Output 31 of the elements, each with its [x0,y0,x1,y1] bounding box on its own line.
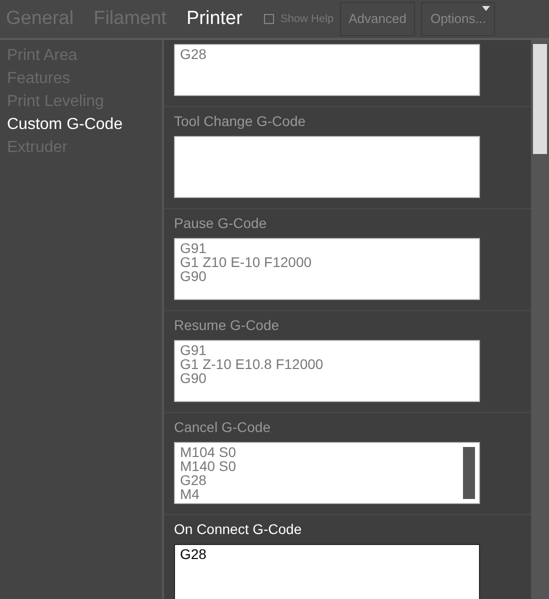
code-line: G91 [180,241,208,255]
code-line: G28 [180,473,208,487]
gcode-field[interactable]: G91 G1 Z-10 E10.8 F12000 G90 [174,340,480,402]
gcode-field[interactable]: G28 [174,544,480,599]
sidebar-item[interactable]: Custom G-Code [7,114,155,135]
section-label: On Connect G-Code [174,520,303,539]
scrollbar-thumb[interactable] [533,44,547,154]
section-label: Pause G-Code [174,214,268,233]
code-line: G91 [180,343,208,357]
checkbox[interactable] [264,14,274,24]
code-line: G1 Z-10 E10.8 F12000 [180,357,324,371]
code-line: G28 [180,547,208,561]
options-button[interactable]: Options... [421,2,496,36]
code-line: G1 Z10 E-10 F12000 [180,255,313,269]
code-line: M4 [180,487,200,501]
section-label: Tool Change G-Code [174,112,307,131]
code-line: M140 S0 [180,459,238,473]
gcode-field[interactable]: G28 [174,44,480,96]
section-label: Cancel G-Code [174,418,272,437]
code-line: G90 [180,371,208,385]
code-line: M104 S0 [180,445,238,459]
gcode-field[interactable] [174,136,480,198]
section-label: Resume G-Code [174,316,280,335]
gcode-field[interactable]: M104 S0 M140 S0 G28 M4 [174,442,480,504]
advanced-button[interactable]: Advanced [340,2,416,36]
tab[interactable]: Printer [186,4,242,34]
code-line: G28 [180,47,208,61]
dropdown-icon [482,6,490,11]
scrollbar-thumb [463,447,475,499]
gcode-field[interactable]: G91 G1 Z10 E-10 F12000 G90 [174,238,480,300]
code-line: G90 [180,269,208,283]
